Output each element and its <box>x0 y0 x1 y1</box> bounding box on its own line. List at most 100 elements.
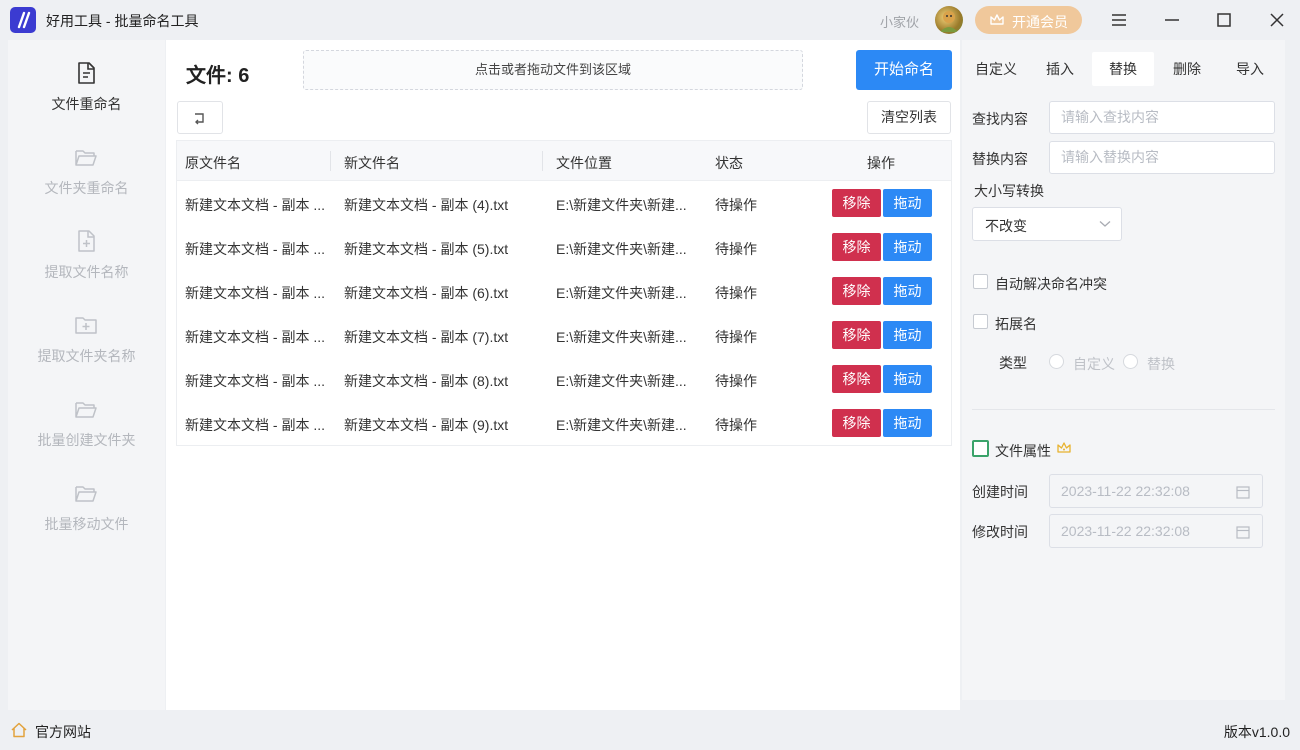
table-row[interactable]: 新建文本文档 - 副本 ... 新建文本文档 - 副本 (5).txt E:\新… <box>177 225 951 269</box>
sidebar-item-folder-rename[interactable]: 文件夹重命名 <box>8 144 165 224</box>
mode-tabs: 自定义 插入 替换 删除 导入 <box>962 52 1285 86</box>
folder-open-icon <box>75 150 97 166</box>
created-time-input[interactable]: 2023-11-22 22:32:08 <box>1049 474 1263 508</box>
official-site-link[interactable]: 官方网站 <box>35 722 91 742</box>
clear-list-button[interactable]: 清空列表 <box>867 101 951 134</box>
case-select-value: 不改变 <box>985 218 1027 234</box>
home-icon[interactable] <box>10 721 28 739</box>
extension-checkbox[interactable] <box>973 314 988 329</box>
find-label: 查找内容 <box>972 111 1028 127</box>
sidebar-item-label: 文件重命名 <box>51 96 122 112</box>
type-option-custom: 自定义 <box>1073 356 1115 372</box>
folder-open-icon <box>75 486 97 502</box>
cell-new-name: 新建文本文档 - 副本 (4).txt <box>344 197 509 213</box>
cell-location: E:\新建文件夹\新建... <box>556 329 687 345</box>
replace-input[interactable]: 请输入替换内容 <box>1049 141 1275 174</box>
drag-button[interactable]: 拖动 <box>883 365 932 393</box>
tab-delete[interactable]: 删除 <box>1156 52 1218 86</box>
main-panel: 文件: 6 点击或者拖动文件到该区域 开始命名 清空列表 原文件名 新文件名 文… <box>166 40 960 710</box>
file-attr-checkbox[interactable] <box>972 440 989 457</box>
type-radio-replace[interactable] <box>1123 354 1138 369</box>
file-icon <box>78 62 95 84</box>
sidebar-item-label: 提取文件名称 <box>44 264 129 280</box>
cell-new-name: 新建文本文档 - 副本 (8).txt <box>344 373 509 389</box>
table-row[interactable]: 新建文本文档 - 副本 ... 新建文本文档 - 副本 (7).txt E:\新… <box>177 313 951 357</box>
close-icon[interactable] <box>1265 8 1289 32</box>
case-label: 大小写转换 <box>974 183 1044 199</box>
tab-replace[interactable]: 替换 <box>1092 52 1154 86</box>
table-row[interactable]: 新建文本文档 - 副本 ... 新建文本文档 - 副本 (4).txt E:\新… <box>177 181 951 225</box>
sidebar-item-batch-move-files[interactable]: 批量移动文件 <box>8 480 165 560</box>
type-radio-custom[interactable] <box>1049 354 1064 369</box>
cell-new-name: 新建文本文档 - 副本 (9).txt <box>344 417 509 433</box>
file-dropzone[interactable]: 点击或者拖动文件到该区域 <box>303 50 803 90</box>
cell-status: 待操作 <box>715 373 757 389</box>
modified-time-input[interactable]: 2023-11-22 22:32:08 <box>1049 514 1263 548</box>
undo-icon <box>195 113 204 125</box>
vip-button[interactable]: 开通会员 <box>975 6 1082 34</box>
cell-location: E:\新建文件夹\新建... <box>556 241 687 257</box>
tab-import[interactable]: 导入 <box>1219 52 1281 86</box>
sidebar: 文件重命名 文件夹重命名 提取文件名称 提取文件夹名称 批量创建文件夹 批量移动… <box>8 40 165 710</box>
menu-icon[interactable] <box>1107 8 1131 32</box>
minimize-icon[interactable] <box>1160 8 1184 32</box>
drag-button[interactable]: 拖动 <box>883 409 932 437</box>
column-divider[interactable] <box>330 151 331 171</box>
remove-button[interactable]: 移除 <box>832 277 881 305</box>
calendar-icon <box>1236 486 1250 499</box>
auto-resolve-checkbox[interactable] <box>973 274 988 289</box>
sidebar-item-extract-filenames[interactable]: 提取文件名称 <box>8 228 165 308</box>
created-time-label: 创建时间 <box>972 484 1028 500</box>
app-title: 好用工具 - 批量命名工具 <box>46 13 199 29</box>
extension-label: 拓展名 <box>995 316 1037 332</box>
cell-original: 新建文本文档 - 副本 ... <box>185 241 325 257</box>
avatar[interactable] <box>935 6 963 34</box>
sidebar-item-label: 批量移动文件 <box>44 516 129 532</box>
settings-panel: 自定义 插入 替换 删除 导入 查找内容 请输入查找内容 替换内容 请输入替换内… <box>962 40 1285 700</box>
remove-button[interactable]: 移除 <box>832 233 881 261</box>
modified-time-label: 修改时间 <box>972 524 1028 540</box>
drag-button[interactable]: 拖动 <box>883 277 932 305</box>
username[interactable]: 小家伙 <box>880 12 919 31</box>
sidebar-item-batch-create-folders[interactable]: 批量创建文件夹 <box>8 396 165 476</box>
column-header-actions: 操作 <box>867 155 895 171</box>
remove-button[interactable]: 移除 <box>832 189 881 217</box>
column-divider[interactable] <box>542 151 543 171</box>
cell-new-name: 新建文本文档 - 副本 (7).txt <box>344 329 509 345</box>
title-bar: 好用工具 - 批量命名工具 小家伙 开通会员 <box>0 0 1300 40</box>
cell-status: 待操作 <box>715 329 757 345</box>
cell-original: 新建文本文档 - 副本 ... <box>185 285 325 301</box>
sidebar-item-label: 批量创建文件夹 <box>37 432 136 448</box>
sidebar-item-extract-foldernames[interactable]: 提取文件夹名称 <box>8 312 165 392</box>
remove-button[interactable]: 移除 <box>832 321 881 349</box>
table-row[interactable]: 新建文本文档 - 副本 ... 新建文本文档 - 副本 (8).txt E:\新… <box>177 357 951 401</box>
tab-custom[interactable]: 自定义 <box>965 52 1027 86</box>
table-row[interactable]: 新建文本文档 - 副本 ... 新建文本文档 - 副本 (6).txt E:\新… <box>177 269 951 313</box>
table-row[interactable]: 新建文本文档 - 副本 ... 新建文本文档 - 副本 (9).txt E:\新… <box>177 401 951 445</box>
remove-button[interactable]: 移除 <box>832 365 881 393</box>
undo-button[interactable] <box>177 101 223 134</box>
case-select[interactable]: 不改变 <box>972 207 1122 241</box>
cell-location: E:\新建文件夹\新建... <box>556 373 687 389</box>
remove-button[interactable]: 移除 <box>832 409 881 437</box>
calendar-icon <box>1236 526 1250 539</box>
tab-insert[interactable]: 插入 <box>1029 52 1091 86</box>
divider <box>972 409 1275 410</box>
sidebar-item-label: 文件夹重命名 <box>44 180 129 196</box>
file-table: 原文件名 新文件名 文件位置 状态 操作 新建文本文档 - 副本 ... 新建文… <box>176 140 952 446</box>
start-rename-button[interactable]: 开始命名 <box>856 50 952 90</box>
sidebar-item-file-rename[interactable]: 文件重命名 <box>8 60 165 140</box>
vip-label: 开通会员 <box>1012 14 1068 30</box>
cell-new-name: 新建文本文档 - 副本 (6).txt <box>344 285 509 301</box>
drag-button[interactable]: 拖动 <box>883 233 932 261</box>
find-input[interactable]: 请输入查找内容 <box>1049 101 1275 134</box>
app-logo-icon <box>10 7 36 33</box>
file-plus-icon <box>78 230 95 252</box>
drag-button[interactable]: 拖动 <box>883 321 932 349</box>
maximize-icon[interactable] <box>1212 8 1236 32</box>
table-header: 原文件名 新文件名 文件位置 状态 操作 <box>177 141 951 181</box>
cell-original: 新建文本文档 - 副本 ... <box>185 373 325 389</box>
drag-button[interactable]: 拖动 <box>883 189 932 217</box>
cell-original: 新建文本文档 - 副本 ... <box>185 417 325 433</box>
type-option-replace: 替换 <box>1147 356 1175 372</box>
